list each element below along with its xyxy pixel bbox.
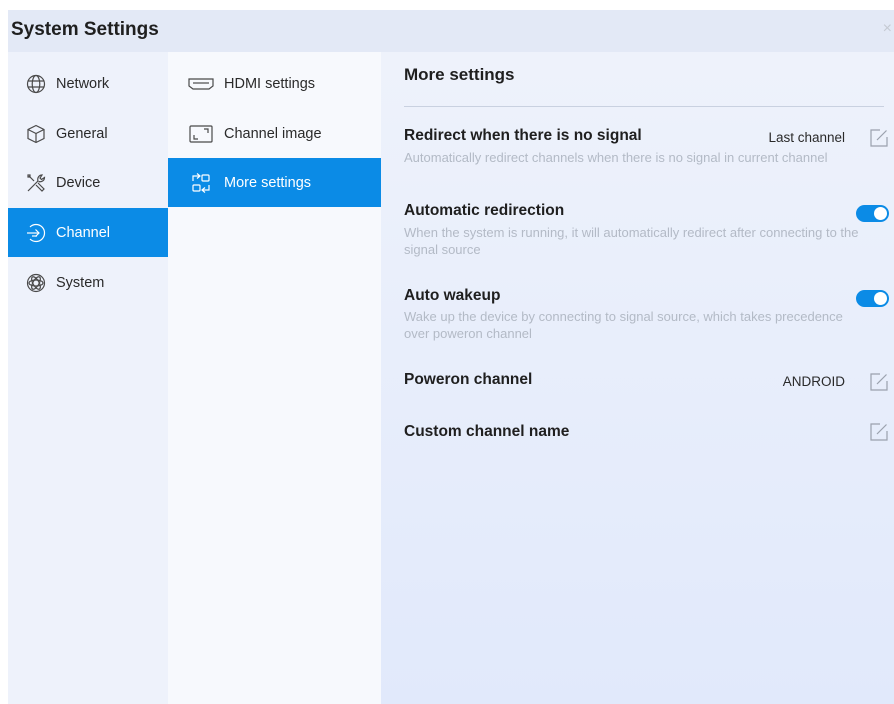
setting-value: Last channel xyxy=(768,130,845,145)
sidebar-item-label: Network xyxy=(56,75,110,92)
channel-arrow-icon xyxy=(25,222,47,244)
automatic-redirection-toggle[interactable] xyxy=(856,205,889,222)
setting-title: Automatic redirection xyxy=(404,202,565,219)
setting-title: Custom channel name xyxy=(404,423,570,440)
toggle-knob xyxy=(874,207,887,220)
setting-description: Wake up the device by connecting to sign… xyxy=(404,309,843,341)
setting-value: ANDROID xyxy=(782,374,845,389)
auto-wakeup-toggle[interactable] xyxy=(856,290,889,307)
setting-title: Auto wakeup xyxy=(404,287,501,304)
section-title: More settings xyxy=(404,65,515,84)
sidebar-item-network[interactable]: Network xyxy=(8,59,168,108)
subnav-item-more-settings[interactable]: More settings xyxy=(168,158,381,207)
sidebar-item-system[interactable]: System xyxy=(8,258,168,307)
globe-icon xyxy=(25,73,47,95)
subnav-item-label: HDMI settings xyxy=(224,75,316,92)
sidebar-item-label: Channel xyxy=(56,224,111,241)
sidebar-item-label: Device xyxy=(56,174,101,191)
subnav-item-label: Channel image xyxy=(224,125,322,142)
settings-content: More settings Redirect when there is no … xyxy=(381,52,894,704)
subnav-item-hdmi-settings[interactable]: HDMI settings xyxy=(168,59,381,108)
subnav-item-channel-image[interactable]: Channel image xyxy=(168,109,381,158)
edit-icon[interactable] xyxy=(869,422,889,442)
settings-window: System Settings × Network General Device xyxy=(8,10,894,704)
atom-icon xyxy=(25,272,47,294)
subnav: HDMI settings Channel image More setting… xyxy=(168,52,381,704)
close-icon[interactable]: × xyxy=(883,21,892,37)
setting-description: When the system is running, it will auto… xyxy=(404,225,859,257)
sidebar-item-device[interactable]: Device xyxy=(8,158,168,207)
title-bar: System Settings × xyxy=(8,10,894,52)
window-title: System Settings xyxy=(11,19,159,40)
sidebar-item-label: System xyxy=(56,274,105,291)
subnav-item-label: More settings xyxy=(224,174,312,191)
setting-title: Poweron channel xyxy=(404,371,533,388)
sidebar: Network General Device Channel System xyxy=(8,52,168,704)
setting-description: Automatically redirect channels when the… xyxy=(404,150,828,165)
toggle-knob xyxy=(874,292,887,305)
sidebar-item-general[interactable]: General xyxy=(8,109,168,158)
edit-icon[interactable] xyxy=(869,128,889,148)
hdmi-port-icon xyxy=(188,73,214,95)
setting-title: Redirect when there is no signal xyxy=(404,127,642,144)
cube-icon xyxy=(25,123,47,145)
tools-icon xyxy=(25,172,47,194)
edit-icon[interactable] xyxy=(869,372,889,392)
frame-corners-icon xyxy=(188,123,214,145)
sidebar-item-label: General xyxy=(56,125,108,142)
sidebar-item-channel[interactable]: Channel xyxy=(8,208,168,257)
divider xyxy=(404,106,884,107)
switch-arrows-icon xyxy=(188,172,214,194)
